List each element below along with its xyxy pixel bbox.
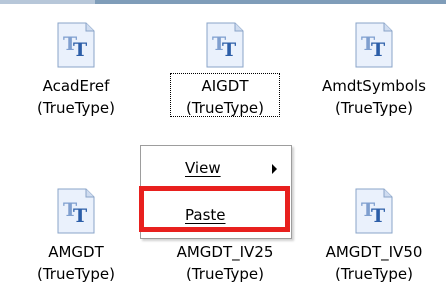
font-item-acaderef[interactable]: T T AcadEref (TrueType) [14, 22, 138, 119]
font-caption: AMGDT (TrueType) [14, 241, 138, 285]
font-type: (TrueType) [334, 99, 414, 117]
font-caption: AMGDT_IV50 (TrueType) [312, 241, 436, 285]
submenu-arrow-icon [272, 164, 277, 174]
truetype-font-icon: T T [57, 188, 95, 234]
truetype-font-icon: T T [355, 22, 393, 68]
font-caption: AcadEref (TrueType) [14, 75, 138, 119]
svg-text:T: T [371, 205, 385, 227]
font-item-amgdt[interactable]: T T AMGDT (TrueType) [14, 188, 138, 285]
font-type: (TrueType) [36, 99, 116, 117]
font-name: AMGDT_IV25 [176, 243, 274, 261]
svg-text:T: T [73, 205, 87, 227]
font-name: AMGDT [48, 243, 104, 261]
font-caption: AmdtSymbols (TrueType) [312, 75, 436, 119]
menu-item-label: View [185, 159, 221, 177]
font-type: (TrueType) [185, 265, 265, 283]
font-caption: AMGDT_IV25 (TrueType) [163, 241, 287, 285]
paste-highlight-box [139, 186, 290, 232]
truetype-font-icon: T T [355, 188, 393, 234]
font-item-amgdt-iv50[interactable]: T T AMGDT_IV50 (TrueType) [312, 188, 436, 285]
font-type: (TrueType) [334, 265, 414, 283]
font-name: AmdtSymbols [322, 77, 426, 95]
window-top-border-left [0, 0, 95, 4]
svg-text:T: T [222, 39, 236, 61]
truetype-font-icon: T T [57, 22, 95, 68]
font-name: AMGDT_IV50 [325, 243, 423, 261]
truetype-font-icon: T T [206, 22, 244, 68]
font-name: AcadEref [42, 77, 110, 95]
menu-item-view[interactable]: View [141, 152, 291, 184]
focus-rectangle [170, 73, 280, 117]
font-item-amdtsymbols[interactable]: T T AmdtSymbols (TrueType) [312, 22, 436, 119]
svg-text:T: T [73, 39, 87, 61]
svg-text:T: T [371, 39, 385, 61]
font-type: (TrueType) [36, 265, 116, 283]
